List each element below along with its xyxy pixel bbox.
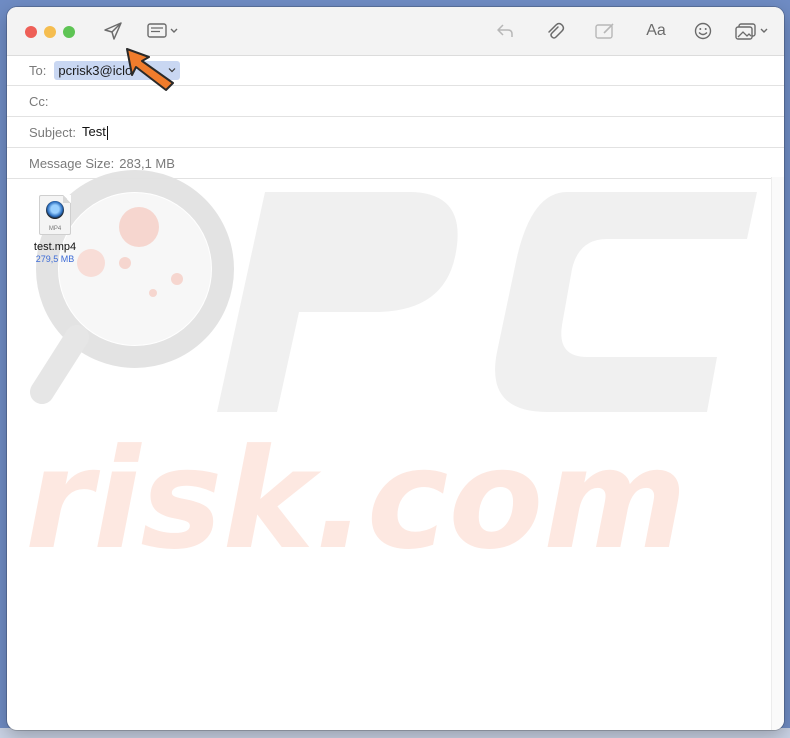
- attachment-name: test.mp4: [33, 241, 77, 253]
- minimize-window-button[interactable]: [44, 26, 56, 38]
- attachment-item[interactable]: MP4 test.mp4 279,5 MB: [25, 195, 85, 264]
- format-fonts-icon: Aa: [646, 22, 666, 39]
- emoji-icon: [694, 22, 712, 40]
- markup-icon: [595, 23, 614, 39]
- close-window-button[interactable]: [25, 26, 37, 38]
- attach-icon: [548, 22, 565, 39]
- callout-arrow-icon: [126, 48, 174, 91]
- header-fields-icon: [147, 23, 178, 38]
- reply-icon: [497, 24, 513, 37]
- recipient-address: pcrisk3@iclo: [58, 62, 133, 78]
- emoji-button[interactable]: [691, 20, 715, 42]
- file-extension: MP4: [48, 226, 62, 232]
- format-fonts-button[interactable]: Aa: [641, 20, 671, 42]
- photo-browser-icon: [735, 23, 768, 40]
- subject-field[interactable]: Test: [82, 124, 108, 140]
- subject-text: Test: [81, 124, 106, 140]
- watermark-text: risk.com: [25, 419, 687, 580]
- to-label: To:: [29, 62, 47, 78]
- markup-button[interactable]: [593, 20, 617, 42]
- text-caret: [106, 125, 108, 140]
- cc-label: Cc:: [29, 93, 49, 109]
- message-size-label: Message Size:: [29, 155, 115, 171]
- subject-label: Subject:: [29, 124, 76, 140]
- compose-window: Aa risk.com To: pcrisk3@iclo Cc: Subject…: [7, 7, 784, 730]
- message-size-row: Message Size: 283,1 MB: [7, 148, 784, 179]
- attach-button[interactable]: [543, 20, 567, 42]
- reply-button[interactable]: [493, 20, 517, 42]
- attachment-size: 279,5 MB: [35, 254, 75, 264]
- header-fields-button[interactable]: [145, 20, 181, 42]
- photo-browser-button[interactable]: [733, 20, 771, 42]
- scrollbar[interactable]: [771, 177, 784, 730]
- zoom-window-button[interactable]: [63, 26, 75, 38]
- subject-row[interactable]: Subject: Test: [7, 117, 784, 148]
- video-file-icon: MP4: [39, 195, 71, 235]
- message-size-value: 283,1 MB: [119, 155, 175, 171]
- send-icon: [104, 22, 122, 40]
- send-button[interactable]: [101, 20, 125, 42]
